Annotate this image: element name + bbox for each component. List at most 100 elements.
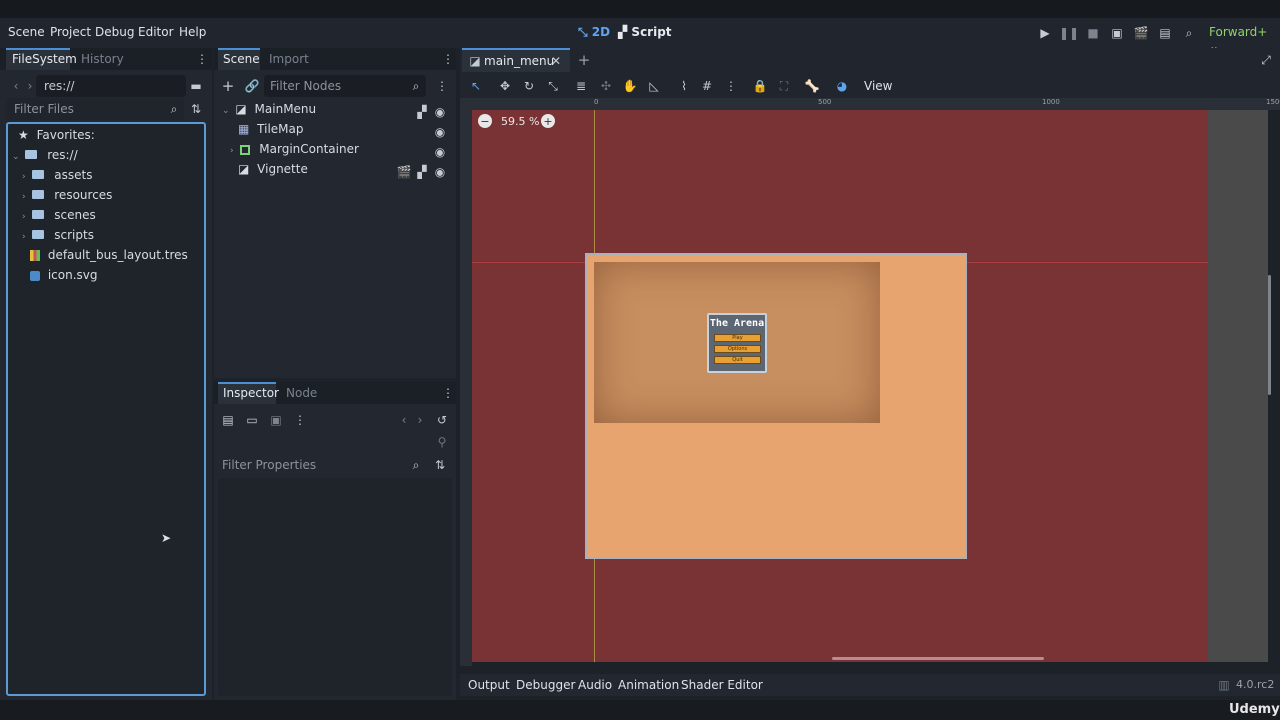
zoom-out-icon[interactable]: − <box>478 114 492 128</box>
group-icon[interactable]: ⛶ <box>776 78 792 94</box>
history-back-icon[interactable]: ‹ <box>396 412 412 428</box>
scale-tool-icon[interactable]: ⤡ <box>545 78 561 94</box>
smart-snap-icon[interactable]: ⌇ <box>676 78 692 94</box>
tab-output[interactable]: Output <box>468 678 510 692</box>
search-icon: ⌕ <box>170 101 178 116</box>
node-selector-icon[interactable]: ⚲ <box>434 434 450 450</box>
menu-scene[interactable]: Scene <box>8 25 45 39</box>
root-folder-row[interactable]: ⌄ res:// <box>12 148 78 168</box>
distraction-free-icon[interactable]: ⤢ <box>1258 52 1274 68</box>
play-button[interactable]: Play <box>714 334 761 342</box>
horizontal-scrollbar[interactable] <box>832 657 1044 660</box>
file-row-bus-layout[interactable]: default_bus_layout.tres <box>30 248 188 268</box>
main-menu-panel[interactable]: The Arena Play Options Quit <box>707 313 767 373</box>
visibility-eye-icon[interactable]: ◉ <box>432 164 448 180</box>
node-row-tilemap[interactable]: ▦ TileMap <box>238 122 304 142</box>
menu-project[interactable]: Project <box>50 25 91 39</box>
path-field[interactable]: res:// <box>36 75 186 97</box>
sort-icon[interactable]: ⇅ <box>432 457 448 473</box>
pan-tool-icon[interactable]: ✋ <box>622 78 638 94</box>
split-view-icon[interactable]: ▬ <box>188 78 204 94</box>
sort-icon[interactable]: ⇅ <box>188 101 204 117</box>
grid-snap-icon[interactable]: # <box>699 78 715 94</box>
scene-tab-main-menu[interactable]: ◪ main_menu ✕ <box>462 48 570 72</box>
visibility-eye-icon[interactable]: ◉ <box>432 124 448 140</box>
close-icon[interactable]: ✕ <box>548 53 564 69</box>
bone-icon[interactable]: 🦴 <box>804 78 820 94</box>
scene-instance-icon[interactable]: 🎬 <box>396 164 412 180</box>
new-resource-icon[interactable]: ▤ <box>220 412 236 428</box>
zoom-in-icon[interactable]: + <box>541 114 555 128</box>
workspace-2d-button[interactable]: ⤡ 2D <box>578 25 610 40</box>
tab-filesystem[interactable]: FileSystem <box>12 52 77 66</box>
node-row-mainmenu[interactable]: ⌄ ◪ MainMenu <box>222 102 316 122</box>
options-button[interactable]: Options <box>714 345 761 353</box>
script-attached-icon[interactable]: ▞ <box>414 104 430 120</box>
visibility-eye-icon[interactable]: ◉ <box>432 104 448 120</box>
filter-nodes-input[interactable]: Filter Nodes <box>264 75 426 97</box>
lock-icon[interactable]: 🔒 <box>752 78 768 94</box>
link-icon[interactable]: 🔗 <box>244 78 260 94</box>
tab-shader-editor[interactable]: Shader Editor <box>681 678 763 692</box>
node-row-margincontainer[interactable]: › MarginContainer <box>230 142 359 162</box>
movie-maker-icon[interactable]: ⌕ <box>1181 25 1197 41</box>
select-tool-icon[interactable]: ↖ <box>468 78 484 94</box>
resource-menu-icon[interactable]: ⋮ <box>292 412 308 428</box>
script-attached-icon[interactable]: ▞ <box>414 164 430 180</box>
tab-animation[interactable]: Animation <box>618 678 679 692</box>
tab-debugger[interactable]: Debugger <box>516 678 575 692</box>
play-icon[interactable]: ▶ <box>1037 25 1053 41</box>
tab-inspector[interactable]: Inspector <box>223 386 279 400</box>
tab-node[interactable]: Node <box>286 386 317 400</box>
open-folder-icon[interactable]: ▭ <box>244 412 260 428</box>
tab-audio[interactable]: Audio <box>578 678 612 692</box>
view-menu[interactable]: View <box>864 79 892 93</box>
scene-menu-icon[interactable]: ⋮ <box>434 78 450 94</box>
history-forward-icon[interactable]: › <box>412 412 428 428</box>
workspace-script-button[interactable]: ▞ Script <box>618 25 672 39</box>
snap-options-icon[interactable]: ⋮ <box>723 78 739 94</box>
save-icon[interactable]: ▣ <box>268 412 284 428</box>
history-icon[interactable]: ↺ <box>434 412 450 428</box>
remote-debug-icon[interactable]: ▣ <box>1109 25 1125 41</box>
move-tool-icon[interactable]: ✥ <box>497 78 513 94</box>
dock-menu-icon[interactable]: ⋮ <box>194 51 210 67</box>
menu-debug[interactable]: Debug <box>95 25 134 39</box>
add-scene-tab-icon[interactable]: + <box>576 51 592 69</box>
ruler-tool-icon[interactable]: ◺ <box>646 78 662 94</box>
tab-scene[interactable]: Scene <box>223 52 260 66</box>
tab-import[interactable]: Import <box>269 52 309 66</box>
vertical-scrollbar[interactable] <box>1268 275 1271 395</box>
add-node-icon[interactable]: + <box>220 77 236 95</box>
dock-menu-icon[interactable]: ⋮ <box>440 385 456 401</box>
star-icon: ★ <box>18 128 29 142</box>
update-spinner-icon: ▥ <box>1218 678 1230 692</box>
visibility-eye-icon[interactable]: ◉ <box>432 144 448 160</box>
play-scene-icon[interactable]: 🎬 <box>1133 25 1149 41</box>
folder-label: assets <box>54 168 93 182</box>
pause-icon[interactable]: ❚❚ <box>1059 25 1079 41</box>
node-row-vignette[interactable]: ◪ Vignette <box>238 162 308 182</box>
rotate-tool-icon[interactable]: ↻ <box>521 78 537 94</box>
folder-row-resources[interactable]: › resources <box>22 188 112 208</box>
folder-row-scenes[interactable]: › scenes <box>22 208 96 228</box>
favorites-row[interactable]: ★ Favorites: <box>18 128 95 148</box>
tab-history[interactable]: History <box>81 52 124 66</box>
root-label: res:// <box>47 148 78 162</box>
pivot-tool-icon[interactable]: ✣ <box>598 78 614 94</box>
file-row-icon-svg[interactable]: icon.svg <box>30 268 98 288</box>
quit-button[interactable]: Quit <box>714 356 761 364</box>
dock-menu-icon[interactable]: ⋮ <box>440 51 456 67</box>
filter-properties-input[interactable]: Filter Properties <box>218 454 430 476</box>
list-select-icon[interactable]: ≣ <box>573 78 589 94</box>
stop-icon[interactable]: ■ <box>1085 25 1101 41</box>
menu-help[interactable]: Help <box>179 25 206 39</box>
menu-editor[interactable]: Editor <box>138 25 174 39</box>
folder-row-scripts[interactable]: › scripts <box>22 228 94 248</box>
zoom-level[interactable]: 59.5 % <box>501 115 539 128</box>
play-custom-scene-icon[interactable]: ▤ <box>1157 25 1173 41</box>
game-title: The Arena <box>709 318 765 329</box>
camera-override-icon[interactable]: ◕ <box>834 78 850 94</box>
folder-row-assets[interactable]: › assets <box>22 168 92 188</box>
filter-files-input[interactable]: Filter Files <box>6 98 184 120</box>
